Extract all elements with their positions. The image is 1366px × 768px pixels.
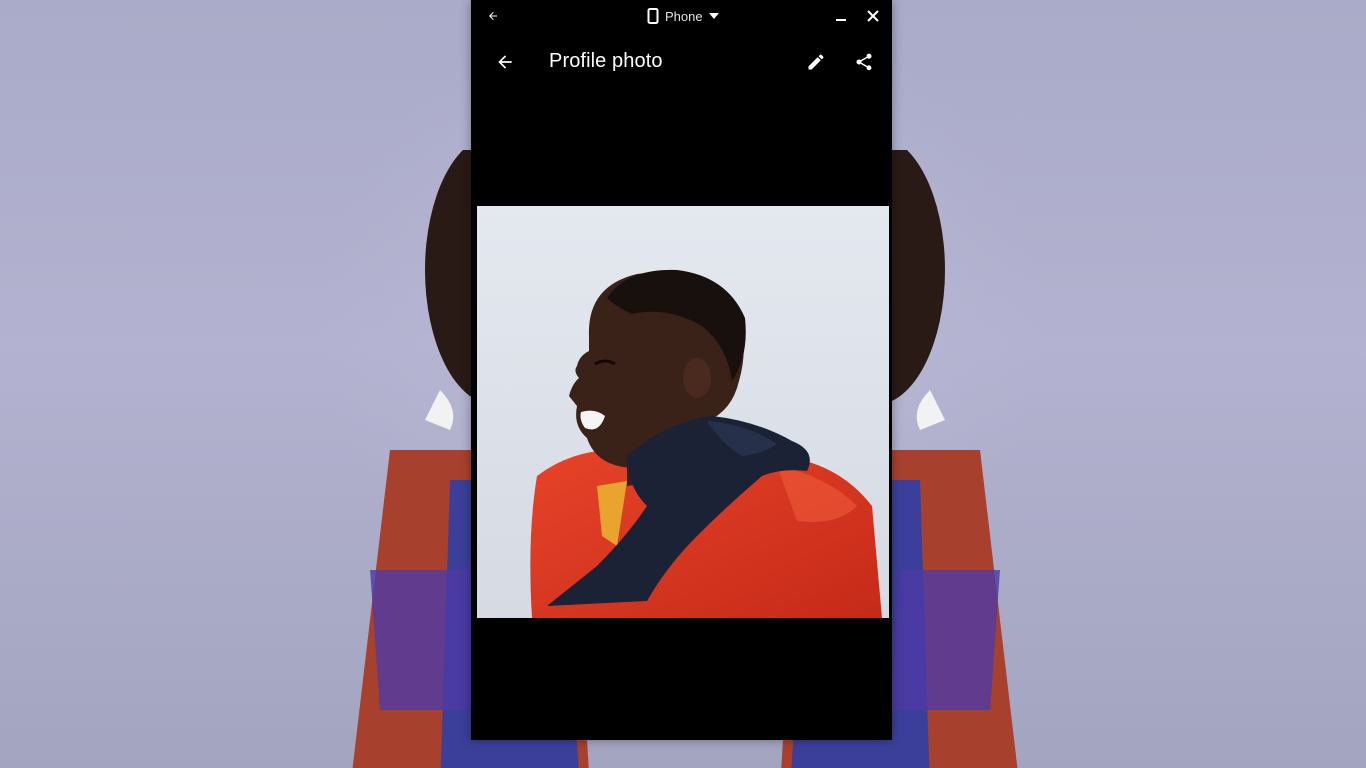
window-content: Phone Profile photo — [477, 0, 889, 736]
edit-button[interactable] — [802, 48, 830, 76]
caption-back-button[interactable] — [481, 4, 505, 28]
minimize-icon — [836, 19, 846, 21]
close-icon — [867, 10, 879, 22]
profile-photo-image — [477, 206, 889, 618]
page-title: Profile photo — [549, 50, 663, 72]
device-size-dropdown[interactable]: Phone — [647, 6, 719, 26]
arrow-back-icon — [489, 12, 497, 20]
pencil-icon — [808, 54, 824, 70]
back-button[interactable] — [491, 48, 519, 76]
close-button[interactable] — [861, 4, 885, 28]
share-icon — [856, 53, 872, 71]
dropdown-arrow-icon — [708, 13, 719, 19]
profile-photo — [477, 206, 889, 618]
minimize-button[interactable] — [829, 4, 853, 28]
device-label: Phone — [665, 8, 703, 24]
window-caption-bar: Phone — [477, 0, 889, 32]
app-window: Phone Profile photo — [471, 0, 892, 740]
arrow-back-icon — [498, 55, 512, 69]
share-button[interactable] — [850, 48, 878, 76]
phone-icon — [647, 8, 659, 24]
app-bar: Profile photo — [477, 36, 889, 86]
